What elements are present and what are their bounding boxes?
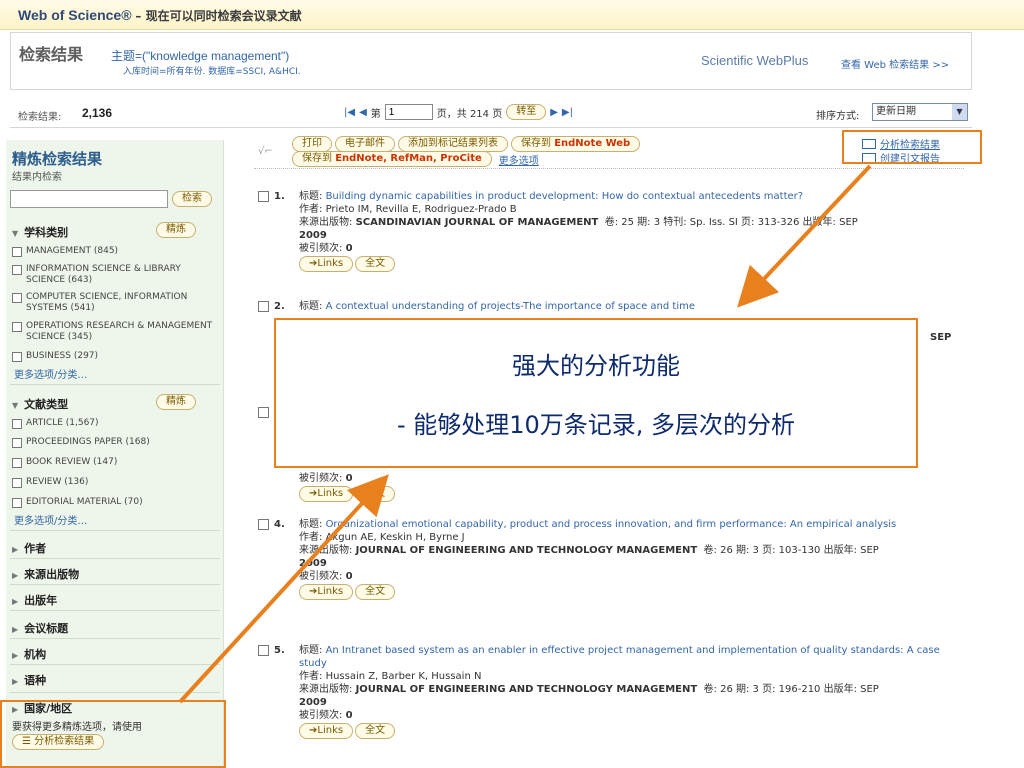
arrow-to-sidebar [178, 474, 389, 704]
callout-line-2: - 能够处理10万条记录, 多层次的分析 [396, 411, 796, 439]
arrow-to-toolbar [737, 164, 872, 308]
feature-callout: 强大的分析功能 - 能够处理10万条记录, 多层次的分析 [274, 318, 918, 468]
callout-line-1: 强大的分析功能 [512, 352, 680, 380]
